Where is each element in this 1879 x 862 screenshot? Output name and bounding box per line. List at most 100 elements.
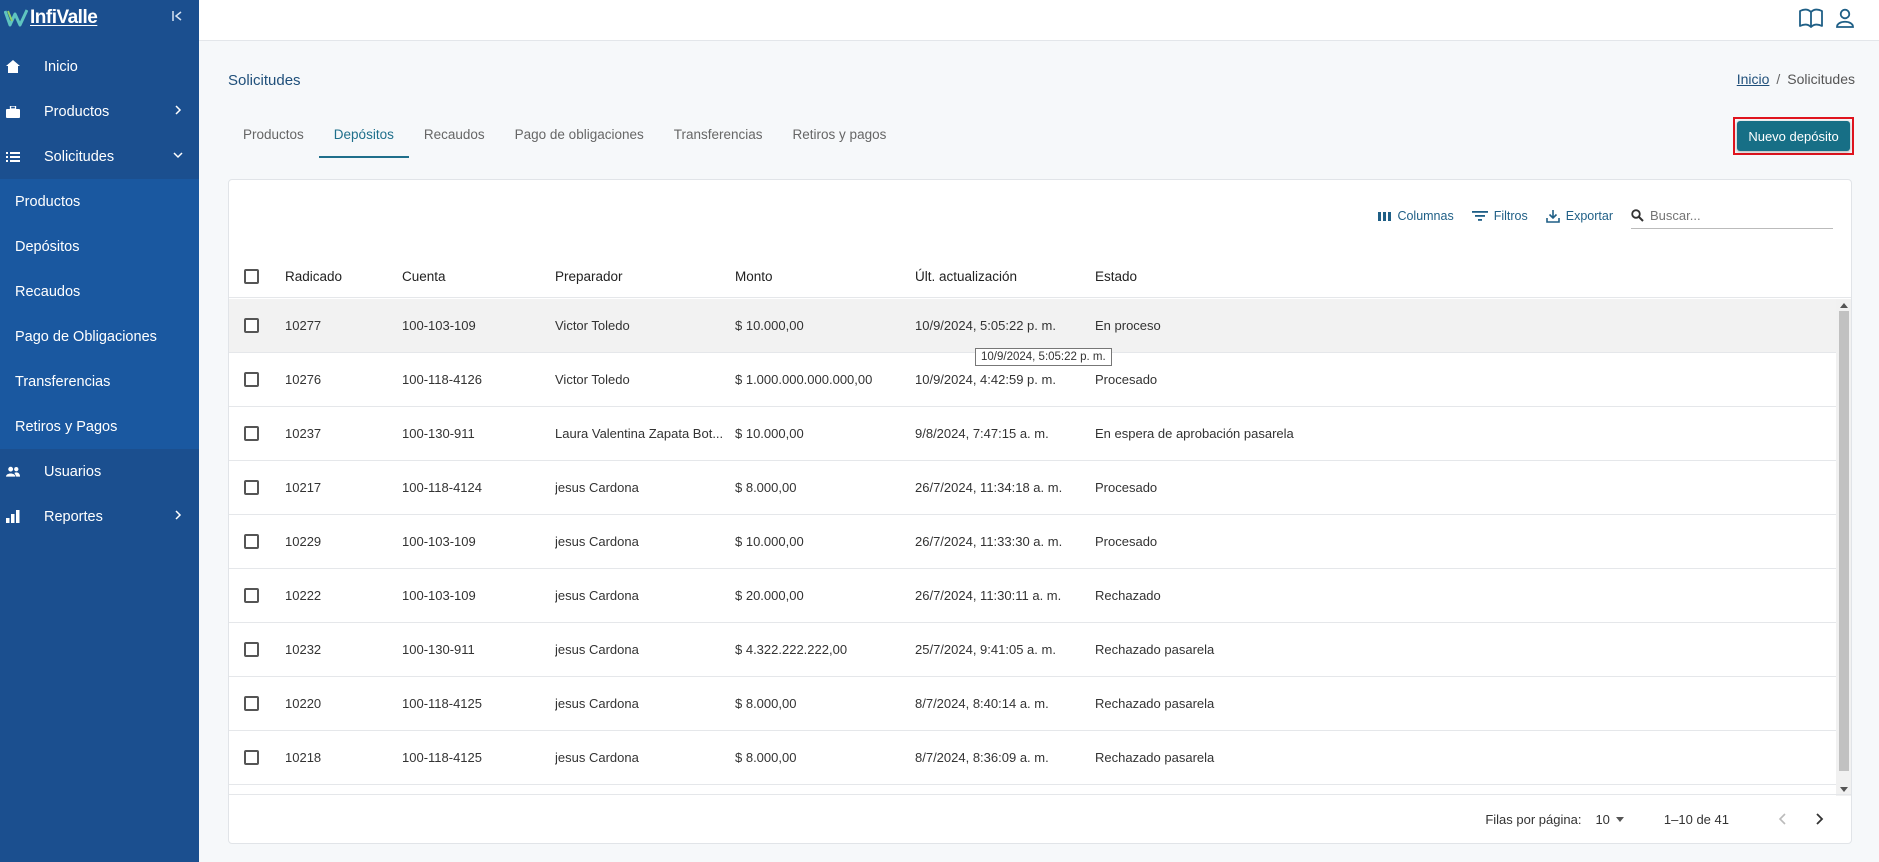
header-cuenta[interactable]: Cuenta — [402, 269, 555, 284]
home-icon — [6, 60, 20, 74]
rows-per-page-value: 10 — [1595, 811, 1610, 827]
sidebar-item-inicio[interactable]: Inicio — [0, 44, 199, 89]
sidebar-item-usuarios[interactable]: Usuarios — [0, 449, 199, 494]
scroll-down-arrow[interactable] — [1840, 787, 1848, 792]
cell-estado: En proceso — [1095, 318, 1161, 333]
rows-per-page-select[interactable]: 10 — [1595, 811, 1624, 827]
sidebar-item-solicitudes[interactable]: Solicitudes — [0, 134, 199, 179]
row-checkbox[interactable] — [244, 318, 259, 333]
table-row[interactable]: 10222 100-103-109 jesus Cardona $ 20.000,00… — [229, 569, 1837, 623]
table-row[interactable]: 10218 100-118-4125 jesus Cardona $ 8.000,00… — [229, 731, 1837, 785]
rows-per-page-label: Filas por página: — [1485, 811, 1582, 827]
brand[interactable]: InfiValle — [0, 0, 199, 36]
cell-monto: $ 1.000.000.000.000,00 — [735, 372, 873, 387]
table-row[interactable]: 10217 100-118-4124 jesus Cardona $ 8.000,00… — [229, 461, 1837, 515]
header-ultima-actualizacion[interactable]: Últ. actualización — [915, 269, 1095, 284]
sidebar-subitem-pago-obligaciones[interactable]: Pago de Obligaciones — [0, 314, 199, 359]
breadcrumb-home-link[interactable]: Inicio — [1737, 71, 1770, 87]
collapse-sidebar-icon[interactable] — [169, 8, 185, 24]
row-checkbox[interactable] — [244, 480, 259, 495]
tabs: Productos Depósitos Recaudos Pago de obl… — [228, 118, 901, 158]
breadcrumb-current: Solicitudes — [1787, 71, 1855, 87]
row-checkbox[interactable] — [244, 750, 259, 765]
row-checkbox[interactable] — [244, 534, 259, 549]
cell-ultima-actualizacion: 10/9/2024, 4:42:59 p. m. — [915, 372, 1056, 387]
sidebar-item-productos[interactable]: Productos — [0, 89, 199, 134]
filters-button[interactable]: Filtros — [1471, 209, 1528, 223]
cell-radicado: 10277 — [285, 318, 322, 333]
tab-recaudos[interactable]: Recaudos — [409, 118, 500, 158]
user-icon[interactable] — [1832, 7, 1858, 29]
tab-depositos[interactable]: Depósitos — [318, 118, 409, 158]
new-deposit-button[interactable]: Nuevo depósito — [1737, 121, 1850, 151]
cell-monto: $ 10.000,00 — [735, 534, 804, 549]
tab-retiros-pagos[interactable]: Retiros y pagos — [778, 118, 902, 158]
table-header: Radicado Cuenta Preparador Monto Últ. ac… — [229, 256, 1851, 298]
sidebar-subitem-label: Pago de Obligaciones — [15, 328, 157, 345]
search-field[interactable] — [1631, 203, 1833, 229]
table-row[interactable]: 10220 100-118-4125 jesus Cardona $ 8.000,00… — [229, 677, 1837, 731]
cell-preparador: Laura Valentina Zapata Bot... — [555, 426, 724, 441]
sidebar-subitem-retiros-pagos[interactable]: Retiros y Pagos — [0, 404, 199, 449]
sidebar-subitem-label: Transferencias — [15, 373, 111, 390]
cell-monto: $ 8.000,00 — [735, 696, 797, 711]
breadcrumb: Inicio / Solicitudes — [1737, 71, 1855, 87]
table-scrollbar[interactable] — [1836, 299, 1851, 796]
row-checkbox[interactable] — [244, 696, 259, 711]
scroll-thumb[interactable] — [1839, 311, 1849, 771]
sidebar-subitem-transferencias[interactable]: Transferencias — [0, 359, 199, 404]
search-input[interactable] — [1650, 208, 1820, 223]
cell-radicado: 10237 — [285, 426, 322, 441]
columns-icon — [1378, 211, 1392, 221]
row-checkbox[interactable] — [244, 426, 259, 441]
header-estado[interactable]: Estado — [1095, 269, 1395, 284]
sidebar-subitem-depositos[interactable]: Depósitos — [0, 224, 199, 269]
row-checkbox[interactable] — [244, 588, 259, 603]
header-preparador[interactable]: Preparador — [555, 269, 735, 284]
cell-estado: Rechazado — [1095, 588, 1161, 603]
table-row[interactable]: 10229 100-103-109 jesus Cardona $ 10.000,00… — [229, 515, 1837, 569]
sidebar-subitem-productos[interactable]: Productos — [0, 179, 199, 224]
table-row[interactable]: 10232 100-130-911 jesus Cardona $ 4.322.222… — [229, 623, 1837, 677]
list-icon — [6, 150, 20, 164]
tab-productos[interactable]: Productos — [228, 118, 319, 158]
previous-page-button[interactable] — [1765, 812, 1801, 826]
date-tooltip: 10/9/2024, 5:05:22 p. m. — [975, 348, 1112, 366]
header-radicado[interactable]: Radicado — [285, 269, 402, 284]
sidebar-item-label: Productos — [44, 103, 110, 120]
cell-estado: Procesado — [1095, 480, 1158, 495]
cell-monto: $ 20.000,00 — [735, 588, 804, 603]
tab-transferencias[interactable]: Transferencias — [659, 118, 778, 158]
row-checkbox[interactable] — [244, 642, 259, 657]
export-button[interactable]: Exportar — [1545, 209, 1613, 223]
cell-radicado: 10232 — [285, 642, 322, 657]
logo-icon — [4, 9, 28, 27]
book-icon[interactable] — [1798, 7, 1824, 29]
scroll-up-arrow[interactable] — [1840, 303, 1848, 308]
cell-ultima-actualizacion: 26/7/2024, 11:34:18 a. m. — [915, 480, 1063, 495]
sidebar-item-reportes[interactable]: Reportes — [0, 494, 199, 539]
cell-cuenta: 100-118-4125 — [402, 696, 482, 711]
chart-icon — [6, 510, 20, 524]
table-row[interactable]: 10237 100-130-911 Laura Valentina Zapata B… — [229, 407, 1837, 461]
cell-cuenta: 100-103-109 — [402, 318, 476, 333]
briefcase-icon — [6, 105, 20, 119]
cell-preparador: jesus Cardona — [555, 534, 639, 549]
next-page-button[interactable] — [1801, 812, 1837, 826]
pagination-range: 1–10 de 41 — [1663, 811, 1729, 827]
sidebar-submenu-solicitudes: Productos Depósitos Recaudos Pago de Obl… — [0, 179, 199, 449]
row-checkbox[interactable] — [244, 372, 259, 387]
filter-icon — [1471, 211, 1488, 221]
table-row[interactable]: 10277 100-103-109 Victor Toledo $ 10.000,00… — [229, 299, 1837, 353]
header-monto[interactable]: Monto — [735, 269, 915, 284]
cell-monto: $ 8.000,00 — [735, 480, 797, 495]
sidebar: InfiValle Inicio Productos Solicitudes P… — [0, 0, 199, 862]
cell-preparador: Victor Toledo — [555, 318, 630, 333]
columns-button[interactable]: Columnas — [1378, 209, 1454, 223]
cell-estado: Procesado — [1095, 534, 1158, 549]
tab-pago-obligaciones[interactable]: Pago de obligaciones — [500, 118, 659, 158]
top-bar — [199, 0, 1879, 41]
download-icon — [1545, 210, 1560, 223]
select-all-checkbox[interactable] — [244, 269, 259, 284]
sidebar-subitem-recaudos[interactable]: Recaudos — [0, 269, 199, 314]
